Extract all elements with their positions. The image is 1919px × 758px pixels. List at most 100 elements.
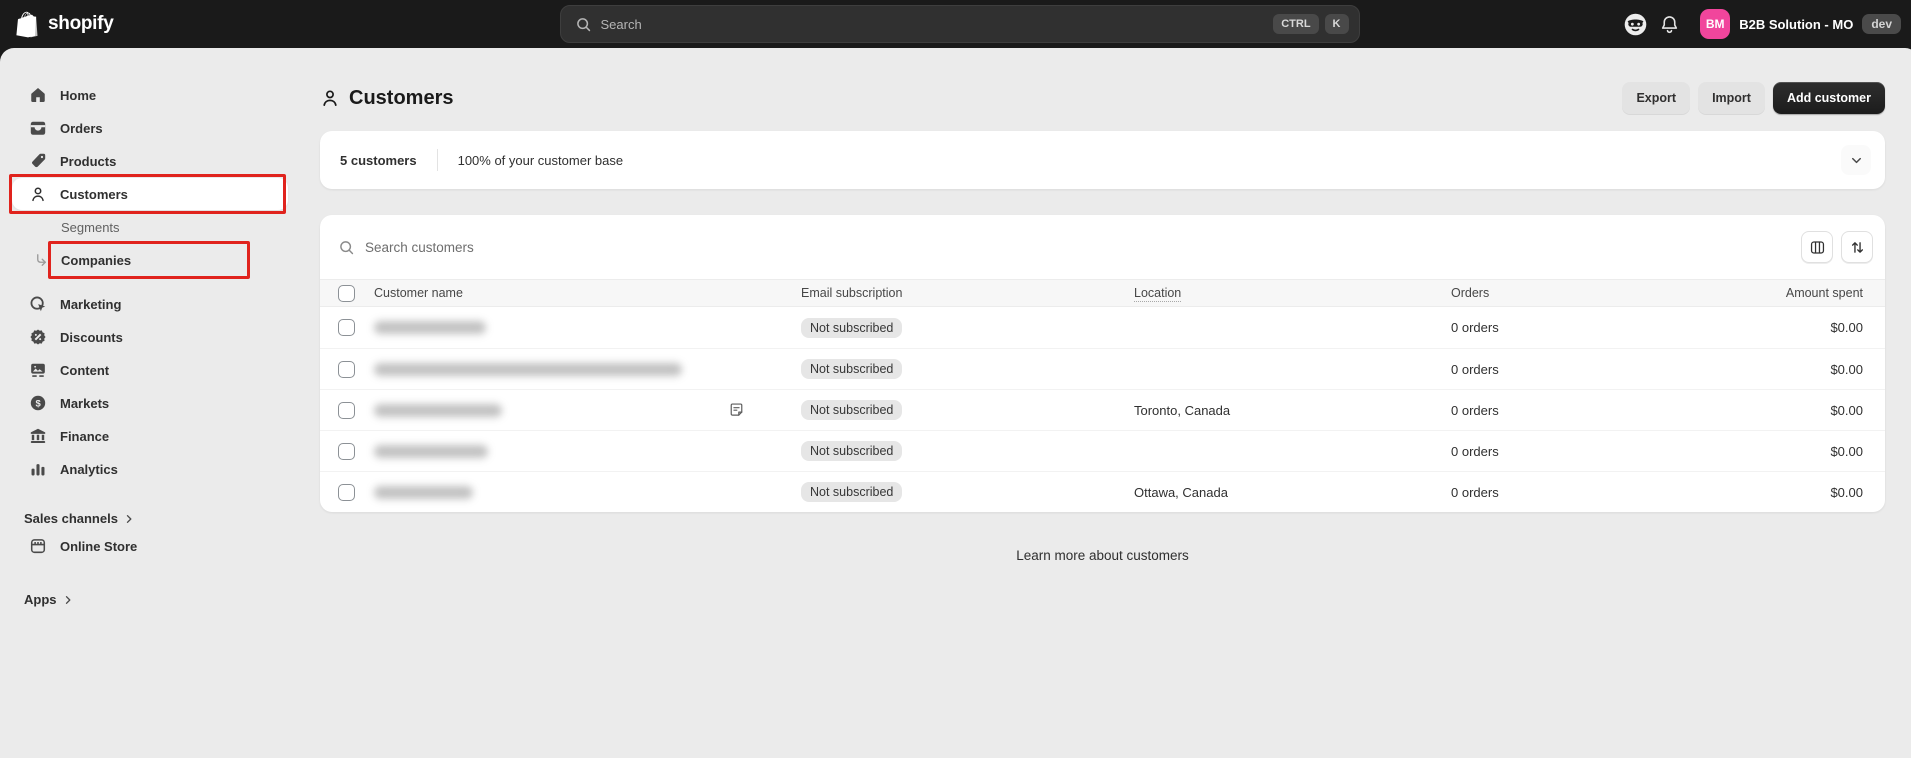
- row-checkbox[interactable]: [338, 483, 355, 501]
- sidebar-item-customers[interactable]: Customers: [9, 174, 288, 214]
- sidebar-item-marketing[interactable]: Marketing: [12, 288, 288, 320]
- search-customers-input[interactable]: [365, 239, 1793, 255]
- bank-icon: [28, 426, 48, 446]
- sidebar-item-analytics[interactable]: Analytics: [12, 453, 288, 485]
- global-search[interactable]: Search CTRL K: [559, 5, 1360, 43]
- k-key-badge: K: [1324, 14, 1349, 34]
- customer-name-redacted: [374, 403, 502, 417]
- store-name: B2B Solution - MO: [1739, 16, 1854, 32]
- customer-name-redacted: [374, 321, 486, 334]
- sales-channels-header[interactable]: Sales channels: [24, 511, 276, 526]
- sidebar-item-label: Segments: [61, 219, 120, 235]
- search-icon: [338, 239, 355, 256]
- orders-cell: 0 orders: [1451, 361, 1499, 377]
- sidebar-item-label: Products: [60, 153, 117, 169]
- shopify-logo[interactable]: shopify: [16, 11, 114, 38]
- select-all-checkbox[interactable]: [338, 284, 355, 302]
- orders-icon: [28, 118, 48, 138]
- home-icon: [28, 85, 48, 105]
- columns-toggle-button[interactable]: [1801, 231, 1833, 263]
- sidebar-item-orders[interactable]: Orders: [12, 112, 288, 144]
- amount-spent-cell: $0.00: [1830, 484, 1863, 500]
- sidebar-item-segments[interactable]: Segments: [12, 211, 288, 243]
- table-row[interactable]: Not subscribed Ottawa, Canada 0 orders $…: [320, 471, 1885, 512]
- column-header-amount-spent[interactable]: Amount spent: [1601, 286, 1863, 300]
- search-shortcut: CTRL K: [1273, 14, 1349, 34]
- customers-title-icon: [320, 88, 340, 108]
- header-actions: Export Import Add customer: [1622, 82, 1885, 114]
- email-subscription-badge: Not subscribed: [801, 441, 903, 461]
- table-row[interactable]: Not subscribed 0 orders $0.00: [320, 348, 1885, 389]
- column-header-location[interactable]: Location: [1134, 286, 1182, 302]
- table-search-row: [320, 215, 1885, 279]
- scrollbar-track[interactable]: [1911, 0, 1919, 758]
- sidebar-item-label: Analytics: [60, 461, 118, 477]
- orders-cell: 0 orders: [1451, 402, 1499, 418]
- sidebar-item-companies[interactable]: Companies: [12, 241, 288, 279]
- location-cell: Ottawa, Canada: [1134, 484, 1228, 500]
- table-row[interactable]: Not subscribed Toronto, Canada 0 orders …: [320, 389, 1885, 430]
- globe-dollar-icon: $: [28, 393, 48, 413]
- column-header-customer-name[interactable]: Customer name: [374, 286, 801, 300]
- column-header-email-subscription[interactable]: Email subscription: [801, 286, 1134, 300]
- learn-more-link[interactable]: Learn more about customers: [1016, 548, 1189, 563]
- topbar: shopify Search CTRL K BM B2B Solution - …: [0, 0, 1919, 48]
- column-header-orders[interactable]: Orders: [1451, 286, 1601, 300]
- svg-text:$: $: [36, 398, 42, 409]
- workspace: Home Orders Products Customers Segments …: [0, 48, 1919, 758]
- row-checkbox[interactable]: [338, 401, 355, 419]
- orders-cell: 0 orders: [1451, 443, 1499, 459]
- table-row[interactable]: Not subscribed 0 orders $0.00: [320, 307, 1885, 348]
- row-checkbox[interactable]: [338, 360, 355, 378]
- apps-header[interactable]: Apps: [24, 592, 276, 607]
- row-checkbox[interactable]: [338, 319, 355, 336]
- shopify-bag-icon: [16, 11, 41, 38]
- import-button[interactable]: Import: [1698, 82, 1765, 114]
- orders-cell: 0 orders: [1451, 320, 1499, 335]
- main-content: Customers Export Import Add customer 5 c…: [300, 48, 1919, 758]
- person-icon: [28, 184, 48, 204]
- topbar-right: BM B2B Solution - MO dev: [1618, 5, 1909, 43]
- add-customer-button[interactable]: Add customer: [1772, 82, 1885, 114]
- orders-cell: 0 orders: [1451, 484, 1499, 500]
- email-subscription-badge: Not subscribed: [801, 359, 903, 379]
- sidebar-item-label: Finance: [60, 428, 110, 444]
- email-subscription-badge: Not subscribed: [801, 400, 903, 420]
- sidebar-item-label: Content: [60, 362, 110, 378]
- store-menu[interactable]: BM B2B Solution - MO dev: [1696, 5, 1909, 43]
- email-subscription-badge: Not subscribed: [801, 482, 903, 502]
- sort-button[interactable]: [1841, 231, 1873, 263]
- sidebar-item-online-store[interactable]: Online Store: [12, 530, 288, 562]
- storefront-icon: [28, 536, 48, 556]
- notifications-bell-icon[interactable]: [1652, 7, 1686, 41]
- sidebar-item-markets[interactable]: $ Markets: [12, 387, 288, 419]
- amount-spent-cell: $0.00: [1830, 361, 1863, 377]
- summary-divider: [436, 149, 438, 171]
- sidebar-item-label: Discounts: [60, 329, 123, 345]
- customer-name-redacted: [374, 362, 682, 376]
- table-body: Not subscribed 0 orders $0.00 Not subscr…: [320, 307, 1885, 512]
- sidebar-item-label: Online Store: [60, 538, 138, 554]
- sidebar-item-products[interactable]: Products: [12, 145, 288, 177]
- sidebar-item-label: Customers: [60, 186, 128, 202]
- customer-summary-card: 5 customers 100% of your customer base: [320, 131, 1885, 189]
- table-row[interactable]: Not subscribed 0 orders $0.00: [320, 430, 1885, 471]
- sidebar-item-discounts[interactable]: Discounts: [12, 321, 288, 353]
- table-header-row: Customer name Email subscription Locatio…: [320, 279, 1885, 307]
- sidebar-item-finance[interactable]: Finance: [12, 420, 288, 452]
- sidebar-item-home[interactable]: Home: [12, 79, 288, 111]
- sidebar: Home Orders Products Customers Segments …: [0, 48, 300, 758]
- sidebar-item-label: Orders: [60, 120, 103, 136]
- sidebar-item-content[interactable]: Content: [12, 354, 288, 386]
- customer-count: 5 customers: [340, 152, 417, 168]
- branch-arrow-icon: [34, 253, 49, 268]
- export-button[interactable]: Export: [1622, 82, 1691, 114]
- row-checkbox[interactable]: [338, 442, 355, 460]
- search-icon: [575, 16, 592, 33]
- discount-badge-icon: [28, 327, 48, 347]
- chevron-right-icon: [123, 513, 135, 525]
- content-icon: [28, 360, 48, 380]
- summary-chevron-button[interactable]: [1841, 145, 1871, 175]
- sidekick-icon[interactable]: [1618, 7, 1652, 41]
- shopify-wordmark: shopify: [48, 13, 114, 34]
